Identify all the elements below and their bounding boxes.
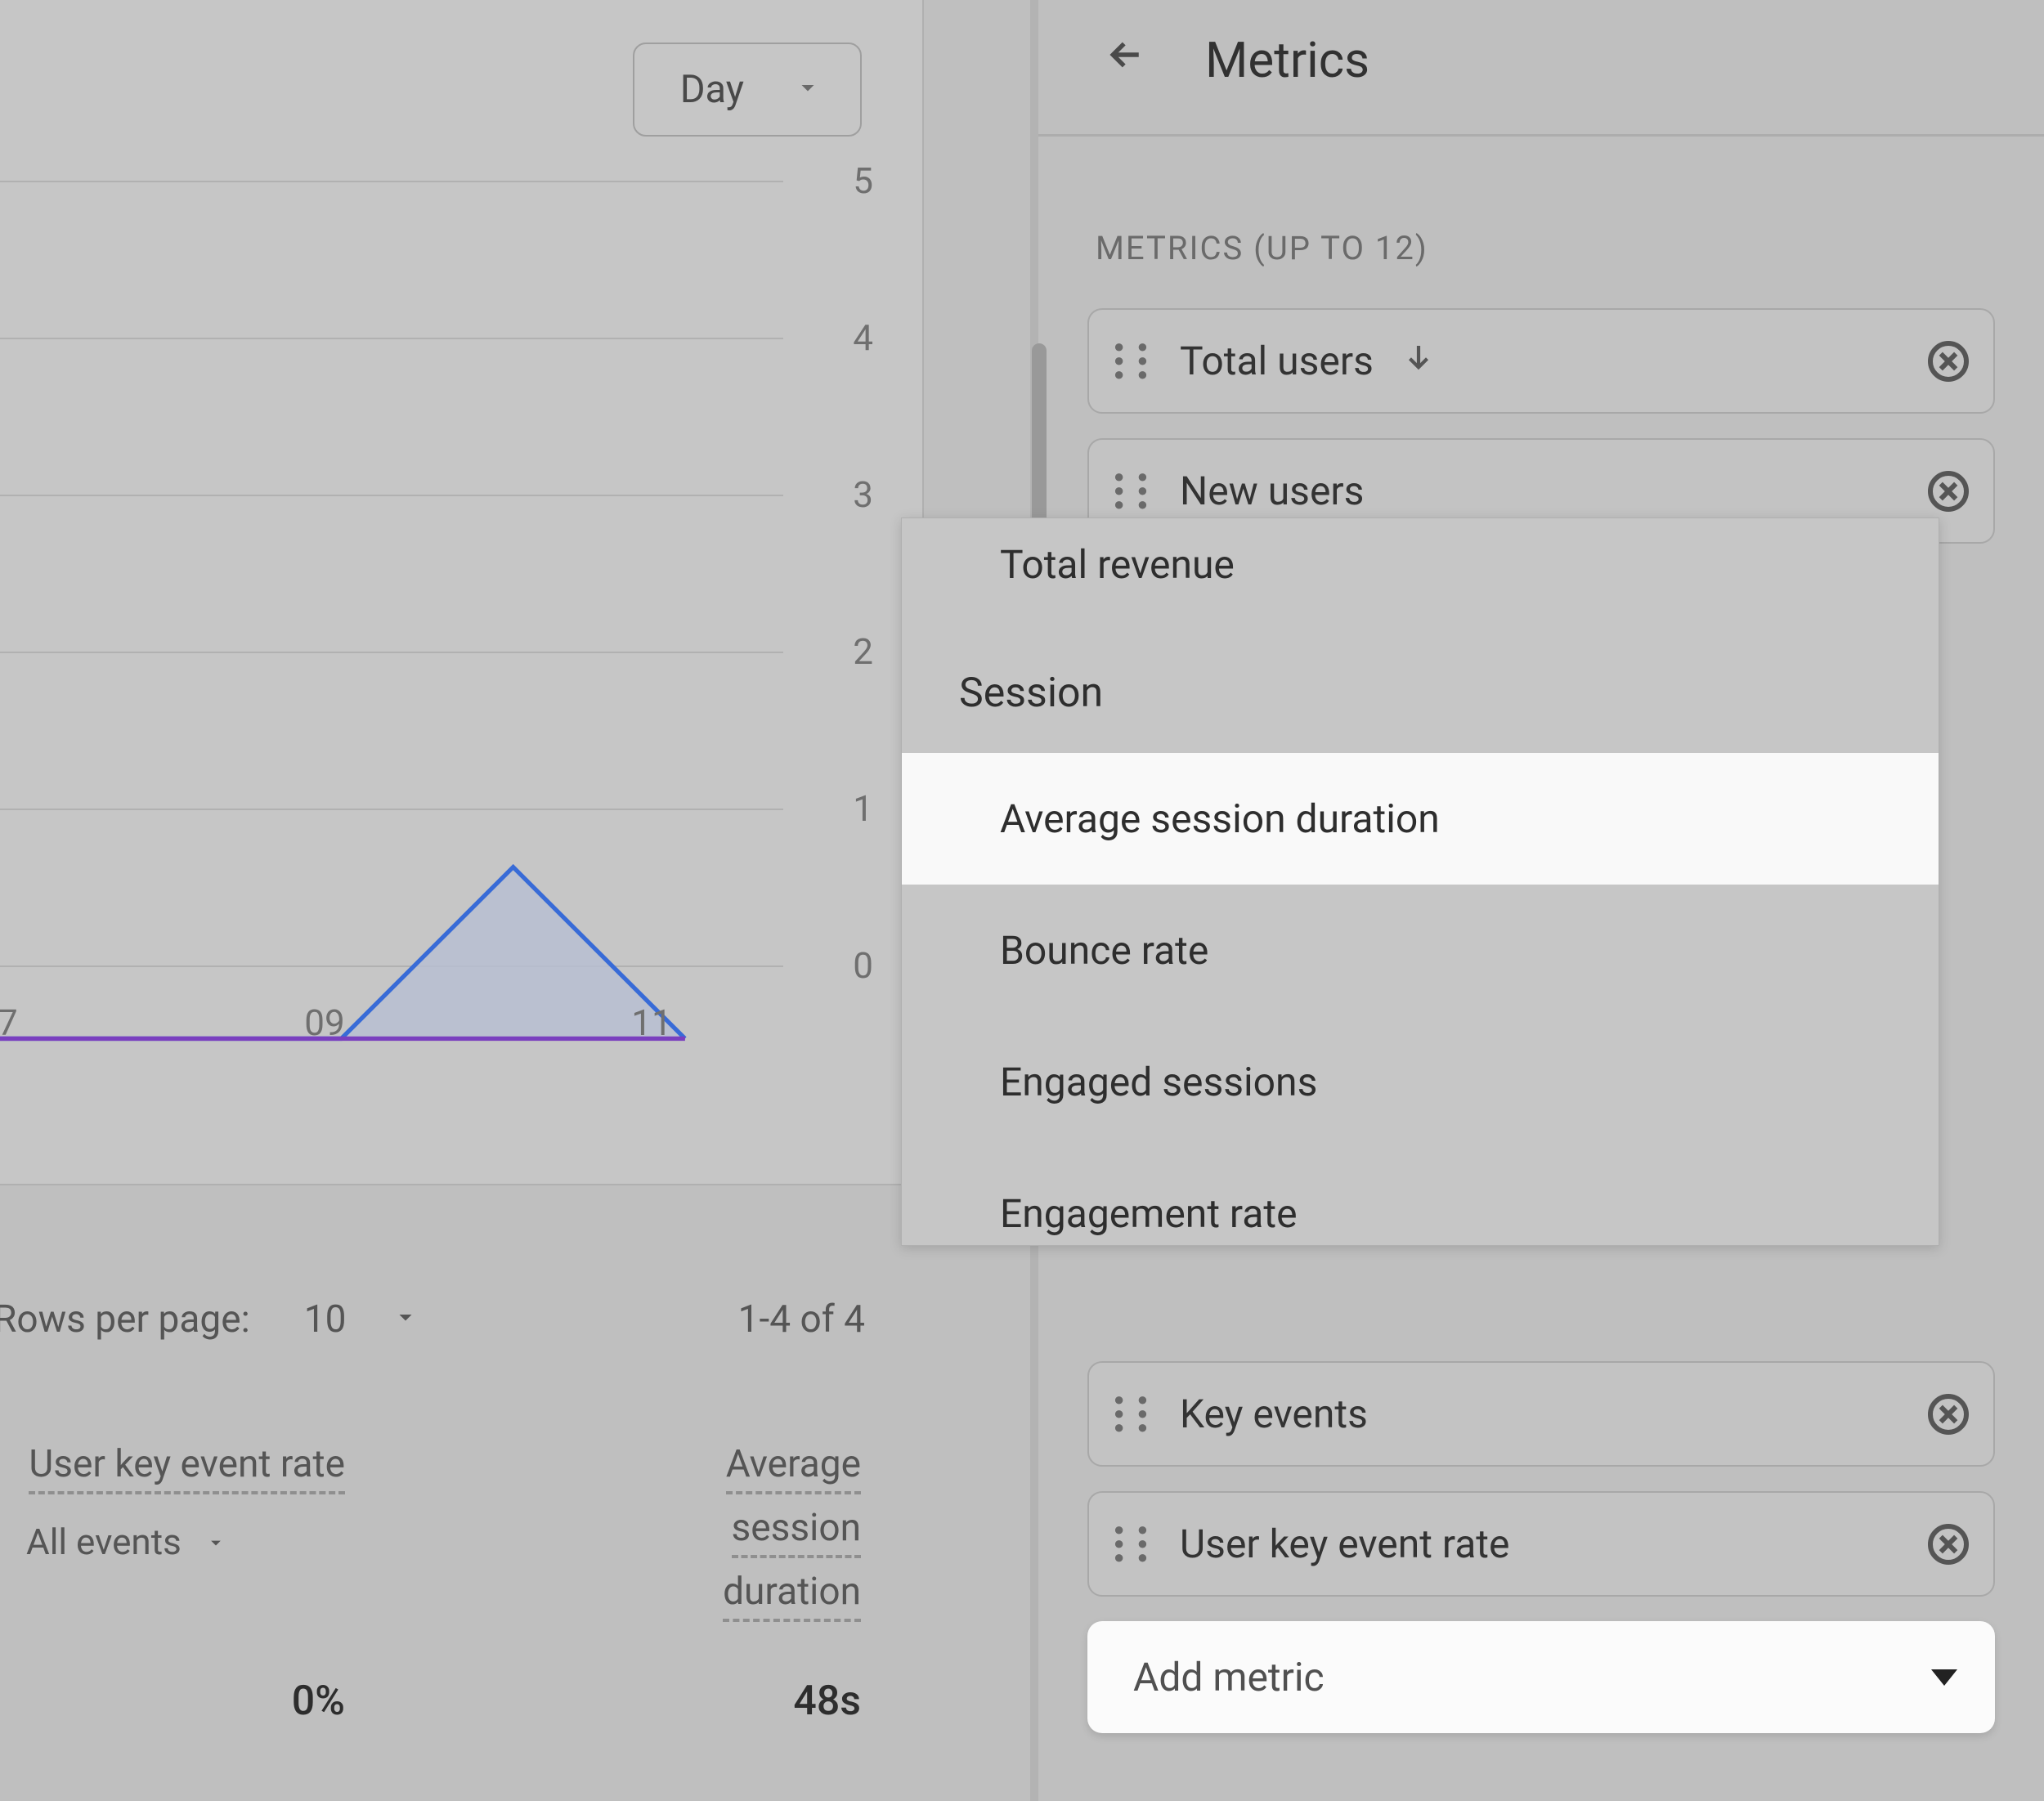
ytick: 4 [853,316,873,359]
chip-label: Key events [1180,1391,1368,1437]
filter-all-events[interactable]: All events [26,1521,345,1563]
metric-chip-key-events[interactable]: ● ●● ●● ● Key events [1087,1361,1995,1467]
chart-card: Day 5 4 3 2 1 0 07 09 11 Rows per [0,0,924,1185]
chip-label: Total users [1180,338,1374,384]
chip-label: New users [1180,468,1364,514]
dropdown-group-session: Session [902,612,1939,753]
chip-label: User key event rate [1180,1521,1509,1567]
rows-per-page-select[interactable]: 10 [299,1289,426,1350]
remove-metric-icon[interactable] [1928,471,1969,512]
metric-select-dropdown: Total revenue Session Average session du… [901,517,1939,1246]
plot-area: 5 4 3 2 1 0 07 09 11 [0,177,873,1044]
sidebar-header: Metrics [1038,0,2044,137]
granularity-select[interactable]: Day [633,43,862,137]
chevron-down-icon [793,67,823,112]
filter-label: All events [26,1521,182,1563]
ytick: 1 [853,787,873,830]
add-metric-label: Add metric [1133,1654,1325,1700]
metric-chip-user-key-event-rate[interactable]: ● ●● ●● ● User key event rate [1087,1491,1995,1597]
metrics-count-label: METRICS (UP TO 12) [1096,229,1987,267]
chevron-down-icon [391,1297,420,1342]
add-metric-button[interactable]: Add metric [1087,1621,1995,1733]
xtick: 09 [304,1001,344,1044]
drag-handle-icon[interactable]: ● ●● ●● ● [1114,1526,1152,1562]
drag-handle-icon[interactable]: ● ●● ●● ● [1114,1396,1152,1432]
remove-metric-icon[interactable] [1928,341,1969,382]
back-arrow-icon[interactable] [1104,33,1148,88]
cell-avg-session-duration: 48s [640,1678,861,1725]
remove-metric-icon[interactable] [1928,1524,1969,1565]
ytick: 0 [853,944,873,987]
rows-per-page-value: 10 [304,1297,347,1342]
dropdown-item-total-revenue[interactable]: Total revenue [902,536,1939,612]
drag-handle-icon[interactable]: ● ●● ●● ● [1114,343,1152,379]
cell-user-key-event-rate: 0% [26,1678,345,1725]
granularity-value: Day [680,67,744,112]
dropdown-item-engaged-sessions[interactable]: Engaged sessions [902,1016,1939,1148]
xtick: 07 [0,1001,18,1044]
ytick: 5 [853,159,873,202]
chevron-down-icon [204,1521,227,1563]
col-header-avg-session-duration[interactable]: Average session duration [640,1432,861,1624]
col-header-user-key-event-rate[interactable]: User key event rate All events [26,1432,345,1563]
pager-range: 1-4 of 4 [738,1297,865,1342]
sidebar-title: Metrics [1205,31,1369,89]
rows-per-page: Rows per page: 10 [0,1289,425,1350]
dropdown-item-average-session-duration[interactable]: Average session duration [902,753,1939,885]
line-plot [0,177,783,1044]
remove-metric-icon[interactable] [1928,1394,1969,1435]
xtick: 11 [631,1001,671,1044]
granularity-row: Day [6,0,890,137]
ytick: 3 [853,473,873,516]
table-header-row: User key event rate All events Average s… [26,1432,861,1624]
drag-handle-icon[interactable]: ● ●● ●● ● [1114,473,1152,509]
chevron-down-icon [1931,1669,1957,1686]
dropdown-item-engagement-rate[interactable]: Engagement rate [902,1148,1939,1245]
table-row: 0% 48s [26,1678,861,1725]
ytick: 2 [853,630,873,673]
rows-per-page-label: Rows per page: [0,1297,250,1342]
metric-chip-total-users[interactable]: ● ●● ●● ● Total users [1087,308,1995,414]
pager-row: Rows per page: 10 1-4 of 4 [0,1289,865,1350]
sort-descending-icon[interactable] [1401,338,1436,384]
dropdown-item-bounce-rate[interactable]: Bounce rate [902,885,1939,1016]
